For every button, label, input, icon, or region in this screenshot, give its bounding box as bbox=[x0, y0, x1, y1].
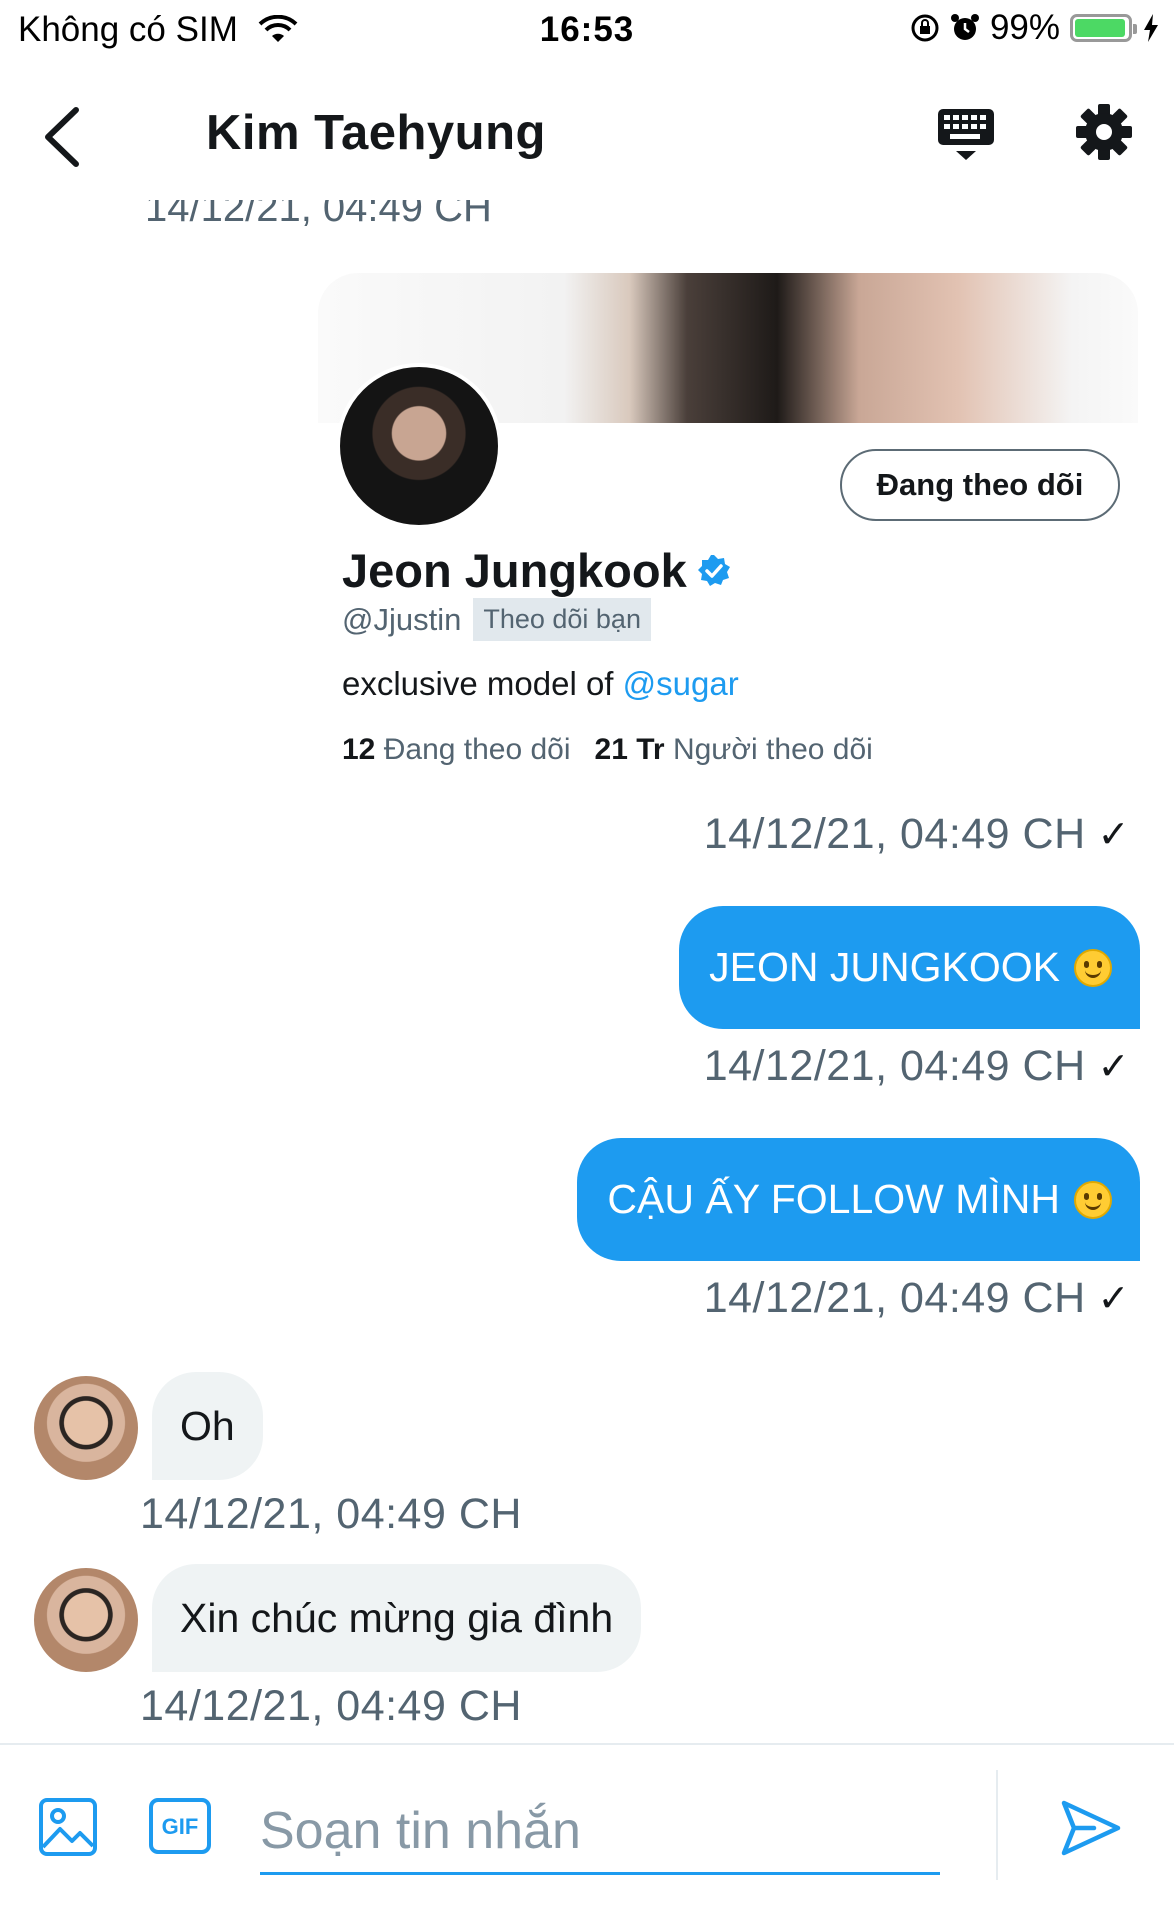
message-timestamp: 14/12/21, 04:49 CH ✓ bbox=[703, 1274, 1130, 1322]
partial-timestamp: 14/12/21, 04:49 CH bbox=[145, 200, 492, 230]
gear-icon[interactable] bbox=[1074, 102, 1134, 162]
smiley-emoji-icon bbox=[1074, 1180, 1112, 1219]
rotation-lock-icon bbox=[911, 14, 939, 42]
gif-icon[interactable]: GIF bbox=[148, 1797, 212, 1855]
message-timestamp: 14/12/21, 04:49 CH ✓ bbox=[703, 810, 1130, 858]
battery-icon bbox=[1070, 14, 1137, 42]
image-icon[interactable] bbox=[38, 1797, 98, 1857]
smiley-emoji-icon bbox=[1074, 948, 1112, 987]
follows-you-badge: Theo dõi bạn bbox=[473, 598, 651, 641]
sent-check-icon: ✓ bbox=[1097, 1046, 1130, 1088]
status-bar: Không có SIM 16:53 99% bbox=[0, 0, 1174, 60]
sender-avatar[interactable] bbox=[34, 1568, 138, 1672]
battery-percent: 99% bbox=[989, 8, 1060, 47]
outgoing-message-bubble[interactable]: JEON JUNGKOOK bbox=[679, 906, 1140, 1029]
bio-mention-link[interactable]: @sugar bbox=[623, 665, 739, 702]
followers-stat[interactable]: 21 Tr Người theo dõi bbox=[595, 733, 873, 767]
conversation-header: Kim Taehyung bbox=[0, 60, 1174, 210]
verified-badge-icon bbox=[697, 554, 730, 586]
message-timestamp: 14/12/21, 04:49 CH ✓ bbox=[703, 1042, 1130, 1090]
profile-avatar[interactable] bbox=[336, 363, 502, 529]
following-button[interactable]: Đang theo dõi bbox=[840, 449, 1120, 521]
profile-handle-row: @Jjustin Theo dõi bạn bbox=[342, 598, 651, 641]
incoming-message-bubble[interactable]: Xin chúc mừng gia đình bbox=[152, 1564, 642, 1672]
profile-handle: @Jjustin bbox=[342, 601, 462, 637]
sent-check-icon: ✓ bbox=[1097, 1278, 1130, 1320]
status-right: 99% bbox=[910, 8, 1160, 48]
profile-bio: exclusive model of @sugar bbox=[342, 665, 739, 702]
incoming-message-bubble[interactable]: Oh bbox=[152, 1372, 263, 1480]
alarm-icon bbox=[950, 14, 979, 40]
message-input[interactable]: Soạn tin nhắn bbox=[260, 1790, 940, 1875]
send-icon[interactable] bbox=[1060, 1797, 1122, 1859]
outgoing-message-bubble[interactable]: CẬU ẤY FOLLOW MÌNH bbox=[577, 1138, 1140, 1261]
back-chevron-icon[interactable] bbox=[38, 106, 90, 168]
profile-card[interactable]: Đang theo dõi Jeon Jungkook @Jjustin The… bbox=[318, 273, 1138, 780]
conversation-title: Kim Taehyung bbox=[206, 106, 546, 160]
message-composer: GIF Soạn tin nhắn bbox=[0, 1743, 1174, 1922]
keyboard-icon[interactable] bbox=[936, 105, 996, 165]
composer-divider bbox=[996, 1770, 998, 1880]
following-stat[interactable]: 12 Đang theo dõi bbox=[342, 733, 571, 767]
profile-name: Jeon Jungkook bbox=[342, 543, 731, 598]
message-timestamp: 14/12/21, 04:49 CH bbox=[140, 1682, 522, 1730]
profile-stats: 12 Đang theo dõi 21 Tr Người theo dõi bbox=[342, 733, 873, 767]
message-timestamp: 14/12/21, 04:49 CH bbox=[140, 1490, 522, 1538]
charging-icon bbox=[1144, 14, 1158, 42]
svg-text:GIF: GIF bbox=[162, 1814, 199, 1839]
sent-check-icon: ✓ bbox=[1097, 814, 1130, 856]
sender-avatar[interactable] bbox=[34, 1376, 138, 1480]
